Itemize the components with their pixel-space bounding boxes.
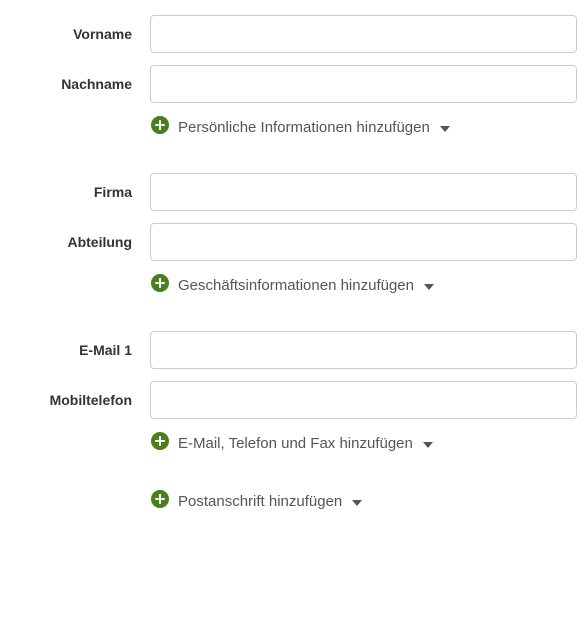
vorname-label: Vorname	[10, 26, 150, 42]
plus-circle-icon	[150, 115, 170, 139]
add-address-label: Postanschrift hinzufügen	[178, 493, 342, 510]
add-business-link[interactable]: Geschäftsinformationen hinzufügen	[150, 273, 434, 297]
add-contact-row: E-Mail, Telefon und Fax hinzufügen	[10, 431, 577, 455]
add-address-link[interactable]: Postanschrift hinzufügen	[150, 489, 362, 513]
nachname-row: Nachname	[10, 65, 577, 103]
firma-input[interactable]	[150, 173, 577, 211]
email1-label: E-Mail 1	[10, 342, 150, 358]
add-business-row: Geschäftsinformationen hinzufügen	[10, 273, 577, 297]
firma-label: Firma	[10, 184, 150, 200]
add-contact-label: E-Mail, Telefon und Fax hinzufügen	[178, 435, 413, 452]
caret-down-icon	[424, 277, 434, 294]
nachname-input[interactable]	[150, 65, 577, 103]
vorname-row: Vorname	[10, 15, 577, 53]
abteilung-input[interactable]	[150, 223, 577, 261]
add-business-label: Geschäftsinformationen hinzufügen	[178, 277, 414, 294]
nachname-label: Nachname	[10, 76, 150, 92]
add-personal-row: Persönliche Informationen hinzufügen	[10, 115, 577, 139]
plus-circle-icon	[150, 431, 170, 455]
caret-down-icon	[440, 119, 450, 136]
add-personal-link[interactable]: Persönliche Informationen hinzufügen	[150, 115, 450, 139]
abteilung-label: Abteilung	[10, 234, 150, 250]
mobile-label: Mobiltelefon	[10, 392, 150, 408]
add-personal-label: Persönliche Informationen hinzufügen	[178, 119, 430, 136]
abteilung-row: Abteilung	[10, 223, 577, 261]
plus-circle-icon	[150, 489, 170, 513]
add-contact-link[interactable]: E-Mail, Telefon und Fax hinzufügen	[150, 431, 433, 455]
caret-down-icon	[423, 435, 433, 452]
email1-input[interactable]	[150, 331, 577, 369]
vorname-input[interactable]	[150, 15, 577, 53]
mobile-row: Mobiltelefon	[10, 381, 577, 419]
plus-circle-icon	[150, 273, 170, 297]
caret-down-icon	[352, 493, 362, 510]
firma-row: Firma	[10, 173, 577, 211]
email1-row: E-Mail 1	[10, 331, 577, 369]
add-address-row: Postanschrift hinzufügen	[10, 489, 577, 513]
mobile-input[interactable]	[150, 381, 577, 419]
